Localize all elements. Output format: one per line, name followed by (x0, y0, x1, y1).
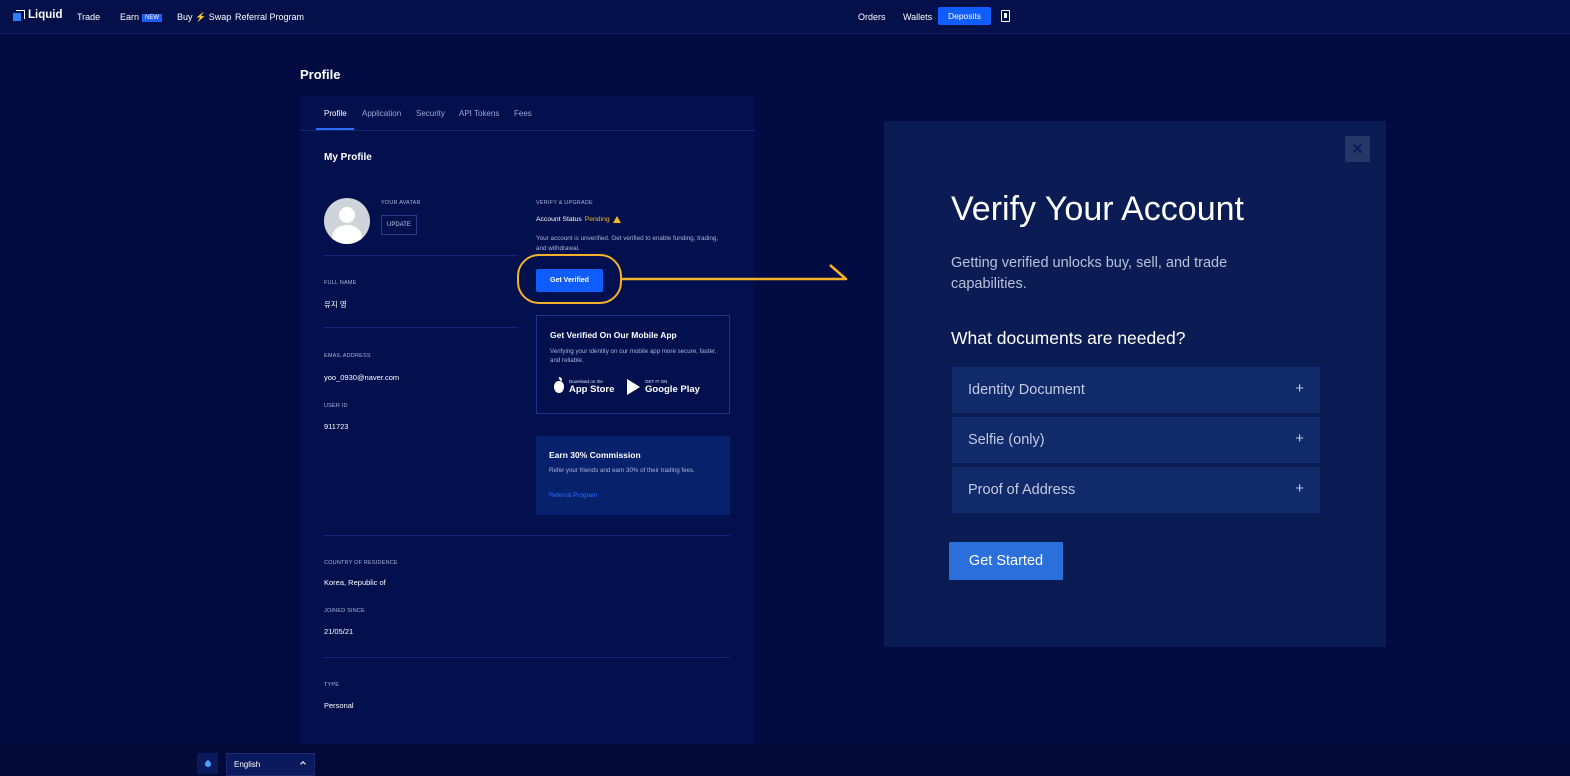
footer-bar: English (0, 744, 1570, 776)
plus-icon: + (1295, 380, 1304, 397)
liquid-logo[interactable]: Liquid (13, 9, 63, 21)
warning-icon (612, 216, 621, 223)
divider (324, 657, 730, 658)
nav-wallets[interactable]: Wallets (903, 12, 932, 22)
avatar (324, 198, 370, 244)
account-status-description: Your account is unverified. Get verified… (536, 235, 719, 252)
earn-commission-title: Earn 30% Commission (549, 450, 641, 460)
plus-icon: + (1295, 430, 1304, 447)
profile-card: Profile Application Security API Tokens … (300, 96, 755, 746)
liquid-drop-button[interactable] (197, 753, 218, 774)
verify-title: Verify Your Account (951, 190, 1244, 228)
documents-heading: What documents are needed? (951, 328, 1186, 348)
divider (324, 535, 730, 536)
referral-program-link[interactable]: Referral Program (549, 492, 597, 499)
app-store-badge[interactable]: Download on the App Store (554, 377, 614, 395)
profile-tabs: Profile Application Security API Tokens … (300, 96, 755, 131)
page-title: Profile (300, 67, 341, 82)
my-profile-heading: My Profile (324, 152, 372, 163)
type-label: TYPE (324, 682, 340, 688)
joined-value: 21/05/21 (324, 627, 354, 636)
country-value: Korea, Republic of (324, 578, 386, 587)
tab-application[interactable]: Application (362, 109, 401, 118)
tab-profile[interactable]: Profile (324, 109, 347, 118)
tab-fees[interactable]: Fees (514, 109, 532, 118)
deposits-button[interactable]: Deposits (938, 7, 991, 25)
nav-earn[interactable]: Earn NEW (120, 12, 163, 22)
avatar-body-icon (332, 225, 362, 244)
type-value: Personal (324, 701, 354, 710)
account-status-label: Account Status (536, 216, 582, 223)
doc-label: Selfie (only) (968, 432, 1045, 448)
user-id-label: USER ID (324, 403, 348, 409)
active-tab-indicator (316, 128, 354, 130)
doc-label: Proof of Address (968, 482, 1076, 498)
nav-buy-swap[interactable]: Buy ⚡ Swap (177, 12, 231, 23)
mobile-app-title: Get Verified On Our Mobile App (550, 330, 677, 340)
mobile-app-description: Verifying your identity on our mobile ap… (550, 348, 717, 364)
email-value: yoo_0930@naver.com (324, 373, 400, 382)
earn-commission-promo: Earn 30% Commission Refer your friends a… (536, 436, 730, 515)
app-store-text: Download on the App Store (569, 379, 614, 395)
doc-selfie[interactable]: Selfie (only) + (952, 417, 1320, 463)
top-nav: Liquid Trade Earn NEW Buy ⚡ Swap Referral… (0, 0, 1570, 34)
nav-trade[interactable]: Trade (77, 12, 100, 22)
email-label: EMAIL ADDRESS (324, 353, 371, 359)
account-status-value: Pending (584, 216, 610, 223)
nav-orders[interactable]: Orders (858, 12, 886, 22)
verify-account-panel: ✕ Verify Your Account Getting verified u… (884, 121, 1386, 647)
divider (324, 255, 518, 256)
google-play-text: GET IT ON Google Play (645, 379, 700, 395)
full-name-value: 유지 영 (324, 300, 347, 309)
divider (324, 327, 518, 328)
drop-icon (203, 759, 212, 768)
verify-subtitle: Getting verified unlocks buy, sell, and … (951, 255, 1228, 292)
update-avatar-button[interactable]: UPDATE (381, 215, 417, 235)
language-select[interactable]: English (226, 753, 315, 776)
avatar-head-icon (339, 207, 355, 223)
nav-referral-program[interactable]: Referral Program (235, 12, 304, 22)
doc-label: Identity Document (968, 382, 1085, 398)
google-play-icon (627, 379, 640, 395)
logo-text: Liquid (28, 9, 63, 21)
country-label: COUNTRY OF RESIDENCE (324, 560, 398, 566)
chevron-up-icon (300, 761, 306, 767)
verify-upgrade-label: VERIFY & UPGRADE (536, 200, 593, 206)
plus-icon: + (1295, 480, 1304, 497)
get-started-button[interactable]: Get Started (949, 542, 1063, 580)
account-status: Account Status Pending (536, 216, 621, 223)
annotation-arrow-icon (622, 264, 848, 281)
google-play-label: Google Play (645, 384, 700, 395)
doc-proof-of-address[interactable]: Proof of Address + (952, 467, 1320, 513)
earn-commission-description: Refer your friends and earn 30% of their… (549, 467, 695, 474)
full-name-label: FULL NAME (324, 280, 357, 286)
liquid-logo-icon (13, 9, 25, 21)
nav-earn-label: Earn (120, 12, 140, 22)
language-value: English (234, 760, 261, 769)
close-icon[interactable]: ✕ (1345, 136, 1370, 162)
app-store-label: App Store (569, 384, 615, 395)
google-play-badge[interactable]: GET IT ON Google Play (627, 379, 700, 395)
avatar-label: YOUR AVATAR (381, 200, 421, 206)
tab-api-tokens[interactable]: API Tokens (459, 109, 499, 118)
tab-security[interactable]: Security (416, 109, 445, 118)
joined-label: JOINED SINCE (324, 608, 365, 614)
user-id-value: 911723 (324, 422, 349, 431)
mobile-device-icon[interactable] (1001, 10, 1010, 22)
highlight-circle (517, 254, 622, 304)
apple-icon (554, 377, 564, 393)
mobile-app-promo: Get Verified On Our Mobile App Verifying… (536, 315, 730, 414)
new-badge: NEW (142, 14, 163, 22)
doc-identity-document[interactable]: Identity Document + (952, 367, 1320, 413)
